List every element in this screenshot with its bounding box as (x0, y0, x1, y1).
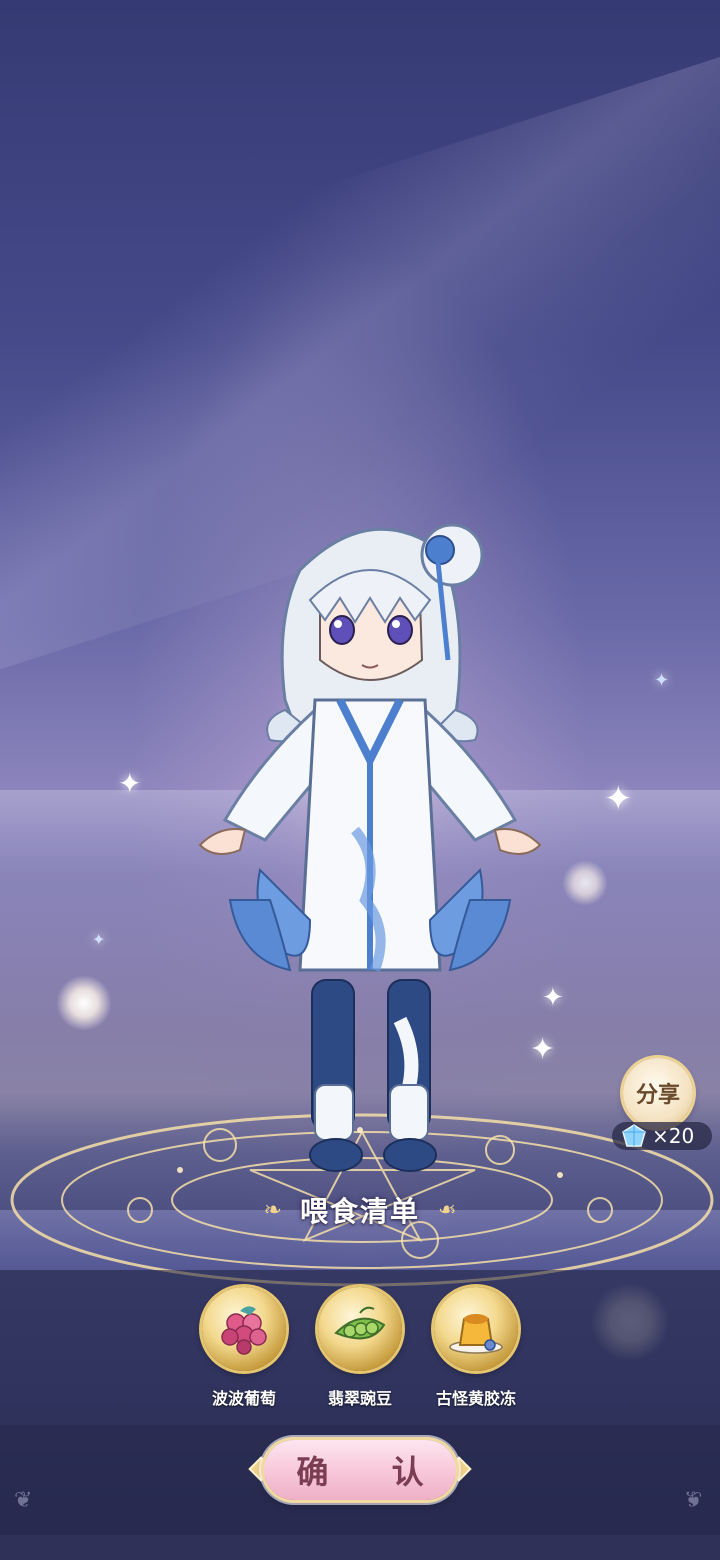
food-label: 古怪黄胶冻 (435, 1389, 516, 1408)
light-orb (56, 975, 112, 1031)
leaf-ornament-icon: ❧ (263, 1197, 282, 1223)
food-item-pea[interactable]: 翡翠豌豆 (316, 1287, 404, 1409)
pet-character (198, 523, 542, 1172)
food-label: 波波葡萄 (211, 1389, 276, 1408)
pea-pod-icon (318, 1287, 402, 1371)
food-item-pudding[interactable]: 古怪黄胶冻 (432, 1287, 520, 1409)
share-reward-badge: ×20 (612, 1122, 712, 1150)
sparkle-icon: ✦ (654, 670, 670, 691)
food-list: 波波葡萄 翡翠豌豆 古怪黄胶冻 (0, 1287, 720, 1409)
share-button[interactable]: 分享 (623, 1058, 693, 1128)
sparkle-icon: ✦ (118, 767, 142, 800)
crystal-icon (622, 1124, 646, 1147)
sparkle-icon: ✦ (92, 930, 106, 949)
reward-count: ×20 (652, 1124, 695, 1148)
confirm-button[interactable]: 确 认 (264, 1440, 456, 1500)
food-item-grape[interactable]: 波波葡萄 (200, 1287, 288, 1409)
leaf-ornament-icon: ❧ (438, 1197, 457, 1223)
light-orb (562, 860, 608, 906)
sparkle-icon: ✦ (604, 779, 633, 819)
pudding-icon (434, 1287, 518, 1371)
grape-icon (202, 1287, 286, 1371)
corner-ornament-icon: ❦ (14, 1488, 33, 1513)
feed-panel-header: ❧ 喂食清单 ❧ (0, 1188, 720, 1232)
corner-ornament-icon: ❦ (684, 1488, 703, 1513)
bottom-strip (0, 1535, 720, 1560)
food-label: 翡翠豌豆 (327, 1389, 392, 1408)
feed-list-title: 喂食清单 (299, 1195, 420, 1228)
